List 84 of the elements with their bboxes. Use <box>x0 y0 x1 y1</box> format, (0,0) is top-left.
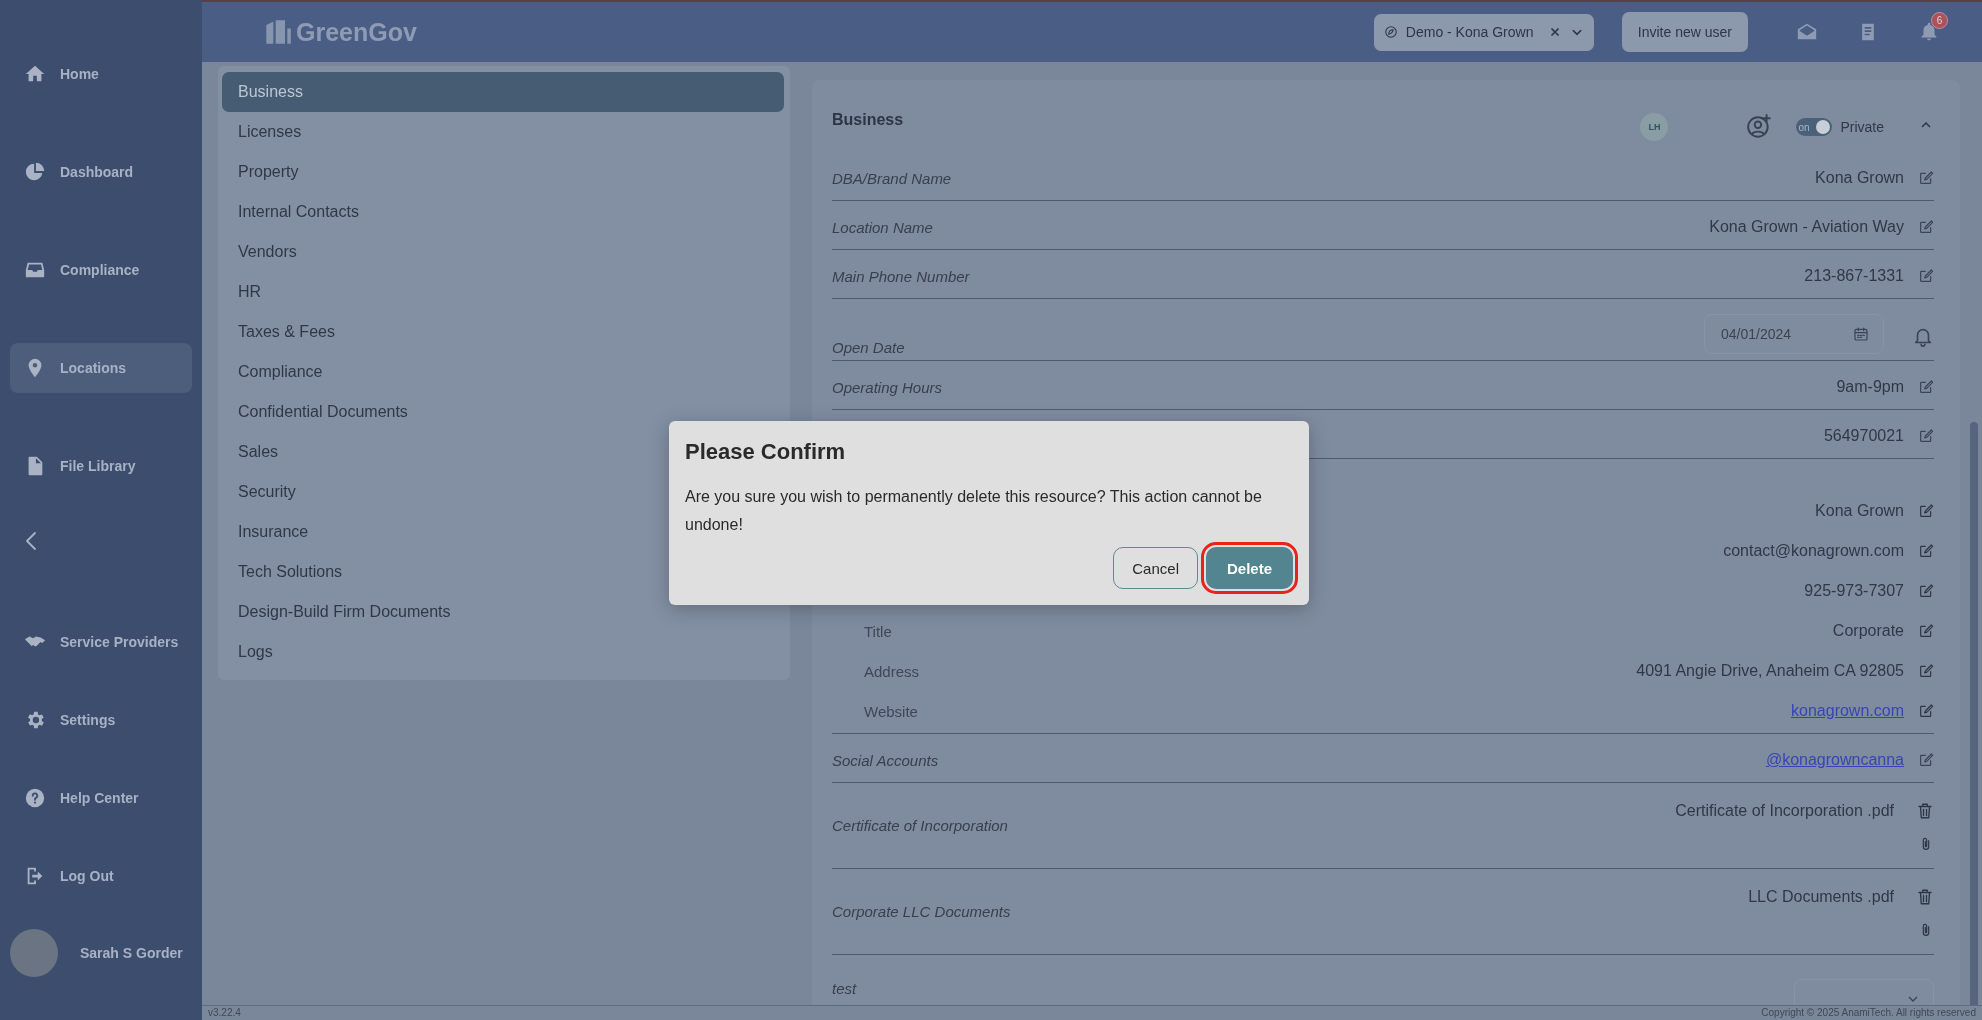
section-menu-item[interactable]: Vendors <box>222 232 784 272</box>
sidebar-item[interactable]: File Library <box>10 441 192 491</box>
edit-icon[interactable] <box>1918 219 1934 235</box>
field-label: Operating Hours <box>832 378 944 396</box>
sidebar-item[interactable]: Log Out <box>10 851 192 901</box>
avatar-photo-placeholder <box>10 929 58 977</box>
add-user-icon[interactable] <box>1746 114 1773 140</box>
dialog-title: Please Confirm <box>685 439 847 465</box>
section-menu-item[interactable]: Property <box>222 152 784 192</box>
help-icon <box>24 787 46 809</box>
field-value: 9am-9pm <box>1836 378 1904 396</box>
field-value: 925-973-7307 <box>1804 582 1904 600</box>
field-label: Main Phone Number <box>832 267 971 285</box>
version-label: v3.22.4 <box>208 1006 241 1020</box>
location-select[interactable]: Demo - Kona Grown <box>1373 13 1594 51</box>
edit-icon[interactable] <box>1918 752 1934 768</box>
private-toggle[interactable]: on <box>1796 118 1833 136</box>
notification-count-badge: 6 <box>1931 12 1948 29</box>
field-label: Certificate of Incorporation <box>832 817 1009 834</box>
sidebar-item[interactable]: Locations <box>10 343 192 393</box>
file-name[interactable]: Certificate of Incorporation .pdf <box>1675 801 1894 820</box>
field-value: Corporate <box>1832 622 1904 640</box>
user-initials-avatar: LH <box>1640 113 1669 141</box>
sidebar-item[interactable]: Help Center <box>10 773 192 823</box>
section-menu-item[interactable]: Confidential Documents <box>222 392 784 432</box>
section-menu-item[interactable]: Taxes & Fees <box>222 312 784 352</box>
sidebar-item[interactable]: Home <box>10 49 192 99</box>
calendar-icon <box>1853 326 1869 342</box>
edit-icon[interactable] <box>1918 623 1934 639</box>
field-value: 4091 Angie Drive, Anaheim CA 92805 <box>1636 662 1904 680</box>
field-value: 213-867-1331 <box>1804 267 1904 285</box>
field-link[interactable]: konagrown.com <box>1791 702 1904 720</box>
field-value: Kona Grown <box>1815 502 1904 520</box>
field-value: Kona Grown - Aviation Way <box>1709 218 1904 236</box>
field-label: Title <box>864 622 893 640</box>
section-menu-item[interactable]: Internal Contacts <box>222 192 784 232</box>
field-label: DBA/Brand Name <box>832 169 953 187</box>
section-menu-item[interactable]: Design-Build Firm Documents <box>222 592 784 632</box>
edit-icon[interactable] <box>1918 703 1934 719</box>
field-value: contact@konagrown.com <box>1723 542 1904 560</box>
edit-icon[interactable] <box>1918 543 1934 559</box>
cancel-button[interactable]: Cancel <box>1113 547 1198 589</box>
sidebar-item[interactable]: Settings <box>10 695 192 745</box>
user-name[interactable]: Sarah S Gorder <box>80 945 183 961</box>
copyright-text: Copyright © 2025 AnamiTech. All rights reserved <box>1761 1006 1976 1020</box>
bell-icon[interactable] <box>1912 326 1934 348</box>
field-label: Corporate LLC Documents <box>832 903 1012 920</box>
app-logo-text: GreenGov <box>296 17 417 47</box>
section-menu-item[interactable]: Logs <box>222 632 784 672</box>
buildings-icon <box>264 18 292 46</box>
date-field[interactable]: 04/01/2024 <box>1704 314 1884 354</box>
section-menu-item[interactable]: Business <box>222 72 784 112</box>
sidebar-item[interactable]: Dashboard <box>10 147 192 197</box>
edit-icon[interactable] <box>1918 583 1934 599</box>
field-label: Open Date <box>832 339 906 356</box>
sidebar-item[interactable]: Service Providers <box>10 617 192 667</box>
field-label: Location Name <box>832 218 934 236</box>
field-link[interactable]: @konagrowncanna <box>1765 751 1904 769</box>
section-menu-item[interactable]: Licenses <box>222 112 784 152</box>
dialog-message: Are you sure you wish to permanently delete this resource? This action cannot be undone! <box>685 487 1263 535</box>
trash-icon[interactable] <box>1916 801 1934 820</box>
leaf-icon <box>1383 25 1398 39</box>
field-value: 564970021 <box>1823 427 1904 445</box>
section-menu-item[interactable]: Compliance <box>222 352 784 392</box>
field-label: Social Accounts <box>832 751 940 769</box>
field-label: Website <box>864 702 919 720</box>
edit-icon[interactable] <box>1918 268 1934 284</box>
field-value: Kona Grown <box>1815 169 1904 187</box>
file-name[interactable]: LLC Documents .pdf <box>1748 887 1894 906</box>
field-label: test <box>832 980 858 999</box>
sidebar-item[interactable]: Compliance <box>10 245 192 295</box>
card-title: Business <box>832 111 905 129</box>
scrollbar[interactable] <box>1970 422 1978 1005</box>
edit-icon[interactable] <box>1918 170 1934 186</box>
visibility-label: Private <box>1840 119 1884 135</box>
edit-icon[interactable] <box>1918 663 1934 679</box>
edit-icon[interactable] <box>1918 428 1934 444</box>
field-label: Address <box>864 662 921 680</box>
invite-user-button[interactable]: Invite new user <box>1621 12 1748 52</box>
trash-icon[interactable] <box>1916 887 1934 906</box>
edit-icon[interactable] <box>1918 503 1934 519</box>
section-menu-item[interactable]: HR <box>222 272 784 312</box>
edit-icon[interactable] <box>1918 379 1934 395</box>
pie-chart-icon <box>24 161 46 183</box>
